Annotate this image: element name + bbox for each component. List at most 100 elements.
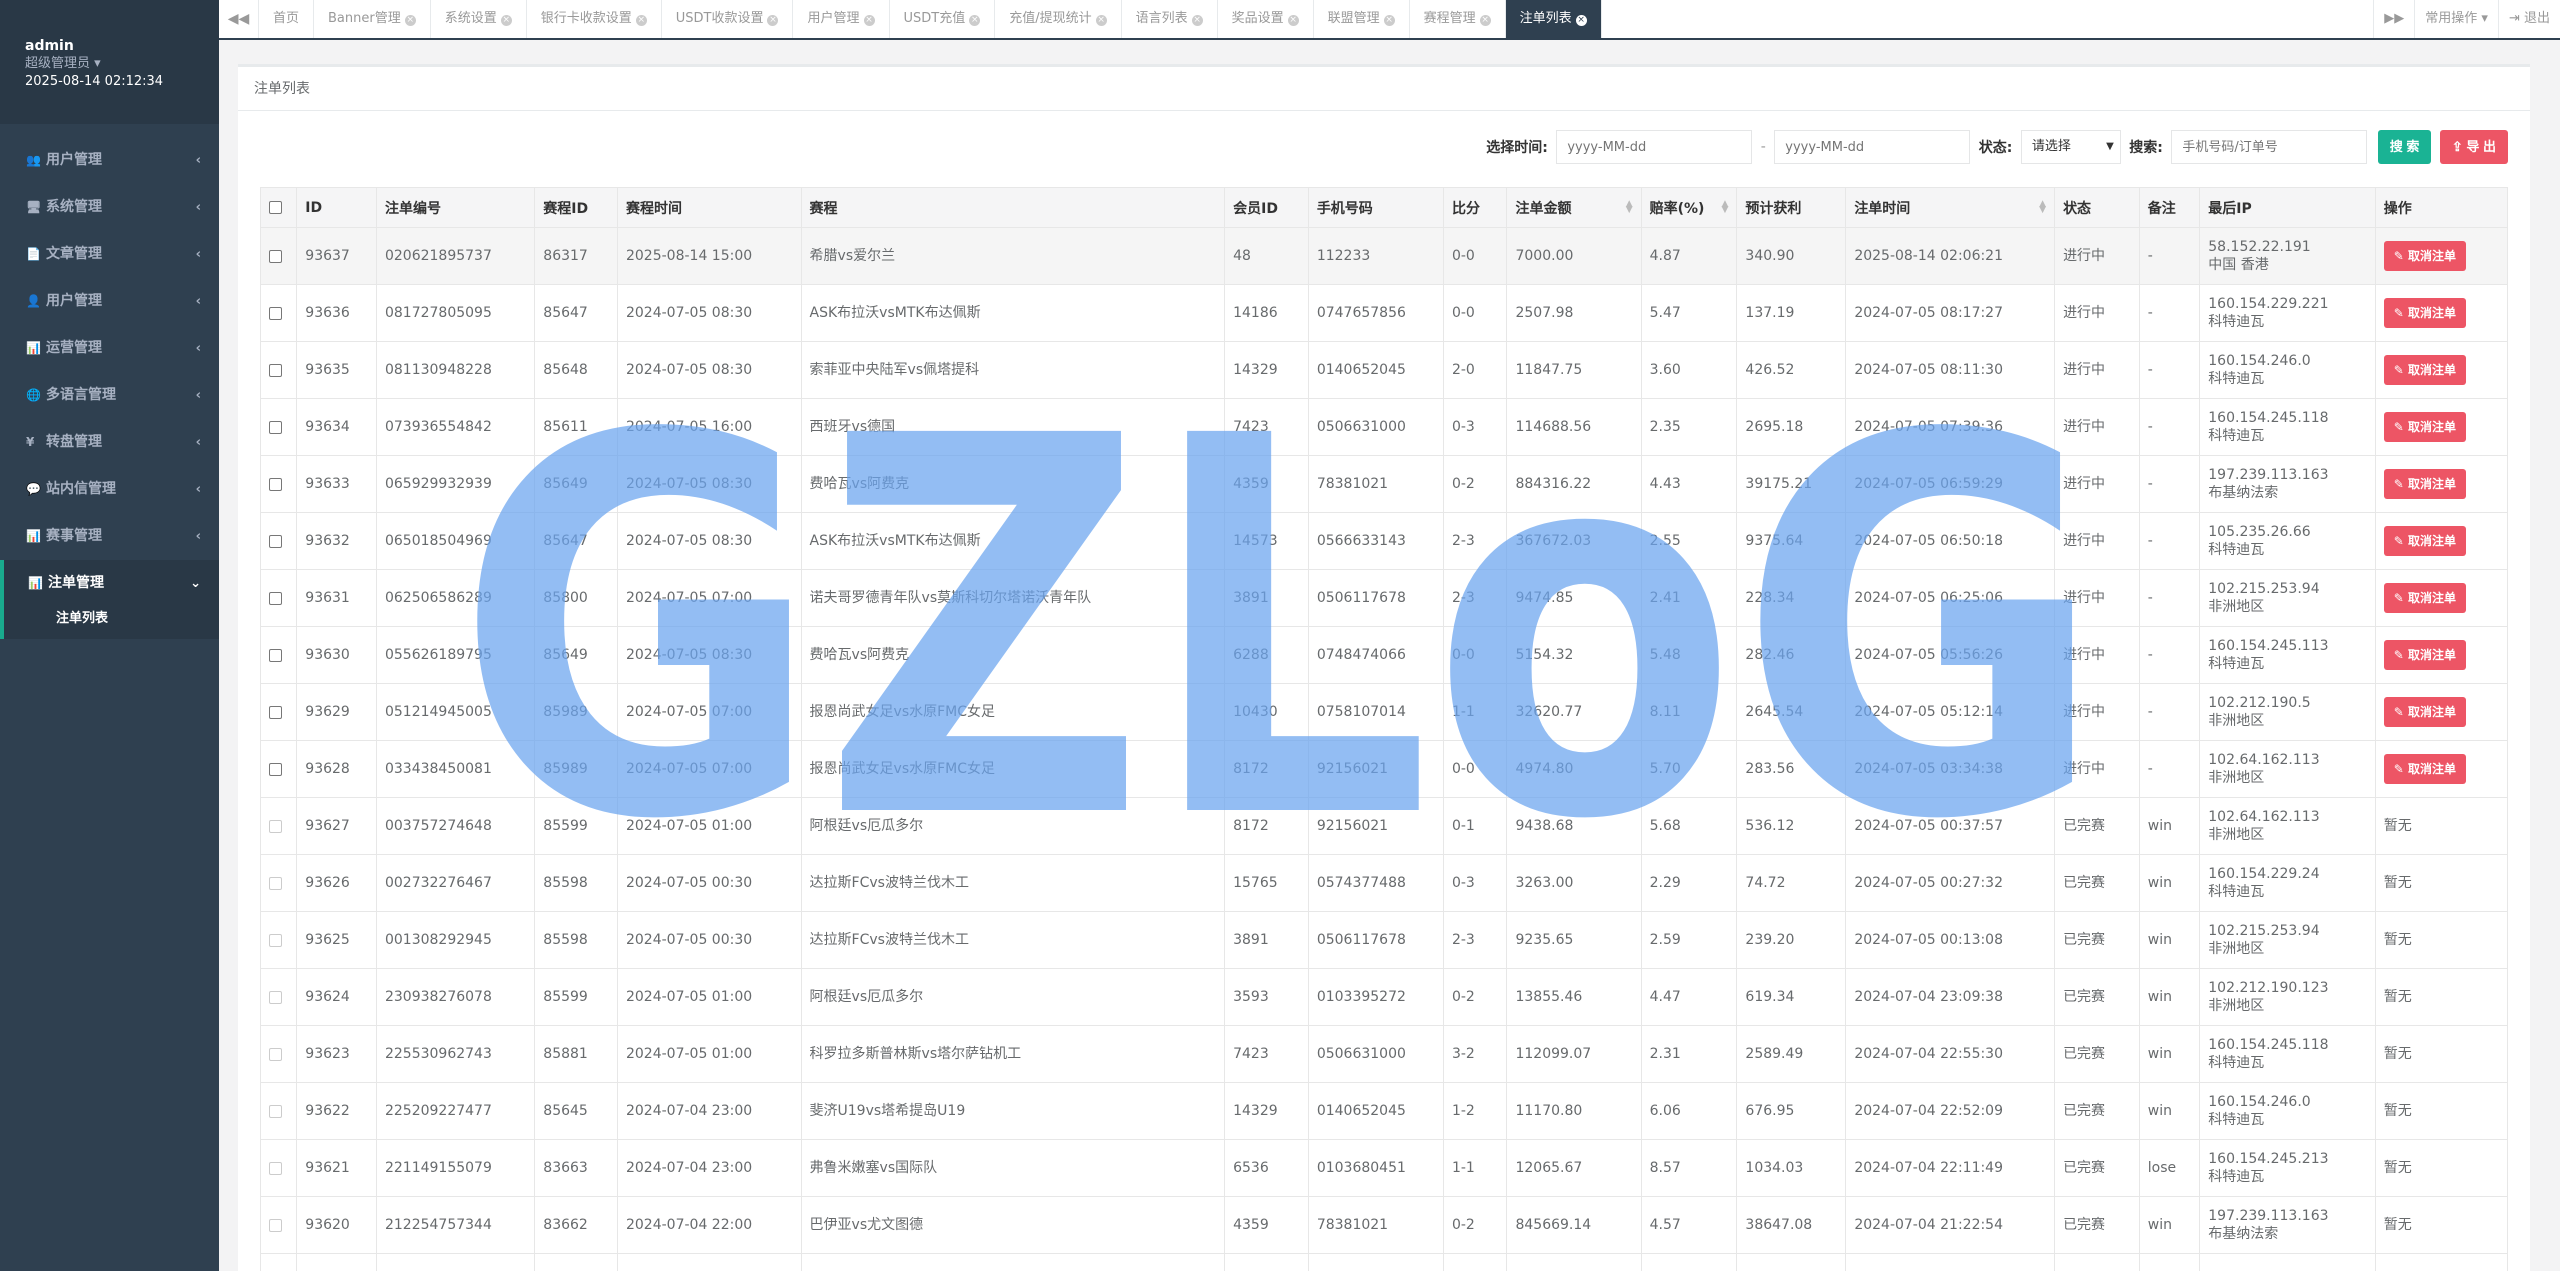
- column-header[interactable]: 注单时间 ▲ ▼: [1845, 187, 2056, 228]
- sidebar-item-bets[interactable]: 📊 注单管理 ⌄: [0, 560, 219, 607]
- sidebar-item-label: 多语言管理: [46, 387, 116, 403]
- tab-4[interactable]: USDT收款设置 ×: [662, 0, 794, 38]
- cancel-bet-button[interactable]: ✎ 取消注单: [2383, 469, 2466, 499]
- sidebar-item-3[interactable]: 👤 用户管理 ‹: [0, 278, 219, 325]
- search-button[interactable]: 搜 索: [2377, 130, 2432, 164]
- sidebar-item-2[interactable]: 📄 文章管理 ‹: [0, 231, 219, 278]
- username[interactable]: admin: [25, 37, 219, 55]
- close-icon[interactable]: ×: [1383, 15, 1395, 26]
- cancel-bet-button[interactable]: ✎ 取消注单: [2383, 754, 2466, 784]
- search-input[interactable]: [2171, 130, 2368, 164]
- tab-2[interactable]: 系统设置 ×: [431, 0, 527, 38]
- logout-button[interactable]: ⇥ 退出: [2497, 0, 2560, 38]
- ip-cell: 102.215.253.94 非洲地区: [2199, 911, 2376, 969]
- tab-12[interactable]: 注单列表 ×: [1505, 0, 1602, 38]
- cancel-bet-button[interactable]: ✎ 取消注单: [2383, 355, 2466, 385]
- table-cell: 进行中: [2054, 455, 2140, 513]
- close-icon[interactable]: ×: [404, 15, 416, 26]
- cancel-bet-button[interactable]: ✎ 取消注单: [2383, 412, 2466, 442]
- close-icon[interactable]: ×: [1191, 15, 1203, 26]
- status-select[interactable]: 请选择 ▼: [2020, 130, 2121, 164]
- user-role-dropdown[interactable]: 超级管理员 ▾: [25, 55, 219, 73]
- cancel-bet-button[interactable]: ✎ 取消注单: [2383, 697, 2466, 727]
- tab-label: 充值/提现统计: [1009, 11, 1092, 26]
- row-checkbox[interactable]: [269, 306, 282, 320]
- close-icon[interactable]: ×: [863, 15, 875, 26]
- column-header-label: 操作: [2383, 200, 2412, 217]
- column-header[interactable]: 赔率(%) ▲ ▼: [1640, 187, 1738, 228]
- row-checkbox[interactable]: [269, 591, 282, 605]
- tab-0[interactable]: 首页: [259, 0, 315, 38]
- table-cell: 2.29: [1640, 854, 1738, 912]
- row-checkbox[interactable]: [269, 534, 282, 548]
- table-cell: 85881: [534, 1025, 618, 1083]
- ip-location: 科特迪瓦: [2208, 542, 2265, 558]
- submenu-item-bet-list[interactable]: 注单列表: [4, 607, 219, 631]
- sidebar-item-5[interactable]: 🌐 多语言管理 ‹: [0, 372, 219, 419]
- table-cell: win: [2138, 1025, 2201, 1083]
- select-all-checkbox[interactable]: [269, 201, 282, 214]
- table-cell: 0574377488: [1307, 854, 1444, 912]
- table-cell: 2024-07-05 00:27:32: [1845, 854, 2056, 912]
- close-icon[interactable]: ×: [1095, 15, 1107, 26]
- column-header[interactable]: 注单金额 ▲ ▼: [1506, 187, 1642, 228]
- tab-9[interactable]: 奖品设置 ×: [1218, 0, 1314, 38]
- row-checkbox[interactable]: [269, 648, 282, 662]
- tab-11[interactable]: 赛程管理 ×: [1410, 0, 1506, 38]
- cancel-bet-button[interactable]: ✎ 取消注单: [2383, 640, 2466, 670]
- tab-5[interactable]: 用户管理 ×: [793, 0, 890, 38]
- ip-location: 布基纳法索: [2208, 1226, 2279, 1242]
- table-cell: 2024-07-05 16:00: [616, 398, 802, 456]
- table-cell: 2024-07-05 01:00: [616, 1025, 802, 1083]
- ip-location: 非洲地区: [2208, 998, 2265, 1014]
- tab-3[interactable]: 银行卡收款设置 ×: [527, 0, 662, 38]
- tab-10[interactable]: 联盟管理 ×: [1314, 0, 1410, 38]
- ip-location: 非洲地区: [2208, 941, 2265, 957]
- close-icon[interactable]: ×: [1479, 15, 1491, 26]
- row-checkbox[interactable]: [269, 477, 282, 491]
- cancel-bet-button[interactable]: ✎ 取消注单: [2383, 298, 2466, 328]
- export-button[interactable]: ⇪ 导 出: [2439, 130, 2508, 164]
- tab-1[interactable]: Banner管理 ×: [314, 0, 431, 38]
- cancel-bet-button[interactable]: ✎ 取消注单: [2383, 241, 2466, 271]
- tabs-scroll-right-button[interactable]: ▶▶: [2373, 0, 2414, 38]
- tab-8[interactable]: 语言列表 ×: [1122, 0, 1218, 38]
- ip-cell: 197.239.113.163 布基纳法索: [2199, 1196, 2376, 1254]
- sidebar-item-1[interactable]: 🖥 系统管理 ‹: [0, 184, 219, 231]
- row-checkbox[interactable]: [269, 705, 282, 719]
- tab-7[interactable]: 充值/提现统计 ×: [995, 0, 1122, 38]
- row-checkbox[interactable]: [269, 762, 282, 776]
- sidebar-item-4[interactable]: 📊 运营管理 ‹: [0, 325, 219, 372]
- table-cell: 2024-07-05 07:00: [616, 569, 802, 627]
- ip-cell: 102.64.162.113 非洲地区: [2199, 797, 2376, 855]
- sidebar-item-7[interactable]: 💬 站内信管理 ‹: [0, 466, 219, 513]
- sidebar-item-6[interactable]: ¥ 转盘管理 ‹: [0, 419, 219, 466]
- close-icon[interactable]: ×: [767, 15, 779, 26]
- cancel-icon: ✎: [2393, 477, 2408, 491]
- table-cell: win: [2138, 968, 2201, 1026]
- cancel-bet-button[interactable]: ✎ 取消注单: [2383, 526, 2466, 556]
- ip-location: 中国 香港: [2208, 257, 2269, 273]
- column-header: 操作: [2374, 187, 2509, 228]
- close-icon[interactable]: ×: [500, 15, 512, 26]
- start-date-input[interactable]: [1556, 130, 1753, 164]
- row-checkbox[interactable]: [269, 363, 282, 377]
- sidebar-item-0[interactable]: 👥 用户管理 ‹: [0, 137, 219, 184]
- sidebar-item-8[interactable]: 📊 赛事管理 ‹: [0, 513, 219, 560]
- tab-6[interactable]: USDT充值 ×: [890, 0, 996, 38]
- table-cell: 2024-07-05 06:50:18: [1845, 512, 2056, 570]
- row-checkbox[interactable]: [269, 249, 282, 263]
- table-cell: 0-3: [1442, 398, 1508, 456]
- close-icon[interactable]: ×: [1575, 15, 1587, 26]
- sidebar-item-label: 系统管理: [46, 199, 102, 215]
- row-checkbox[interactable]: [269, 420, 282, 434]
- common-operations-menu[interactable]: 常用操作 ▾: [2414, 0, 2498, 38]
- close-icon[interactable]: ×: [1287, 15, 1299, 26]
- tabs-scroll-left-button[interactable]: ◀◀: [219, 0, 259, 38]
- close-icon[interactable]: ×: [969, 15, 981, 26]
- end-date-input[interactable]: [1774, 130, 1971, 164]
- ip-location: 布基纳法索: [2208, 485, 2279, 501]
- table-cell: 15765: [1224, 854, 1309, 912]
- cancel-bet-button[interactable]: ✎ 取消注单: [2383, 583, 2466, 613]
- close-icon[interactable]: ×: [635, 15, 647, 26]
